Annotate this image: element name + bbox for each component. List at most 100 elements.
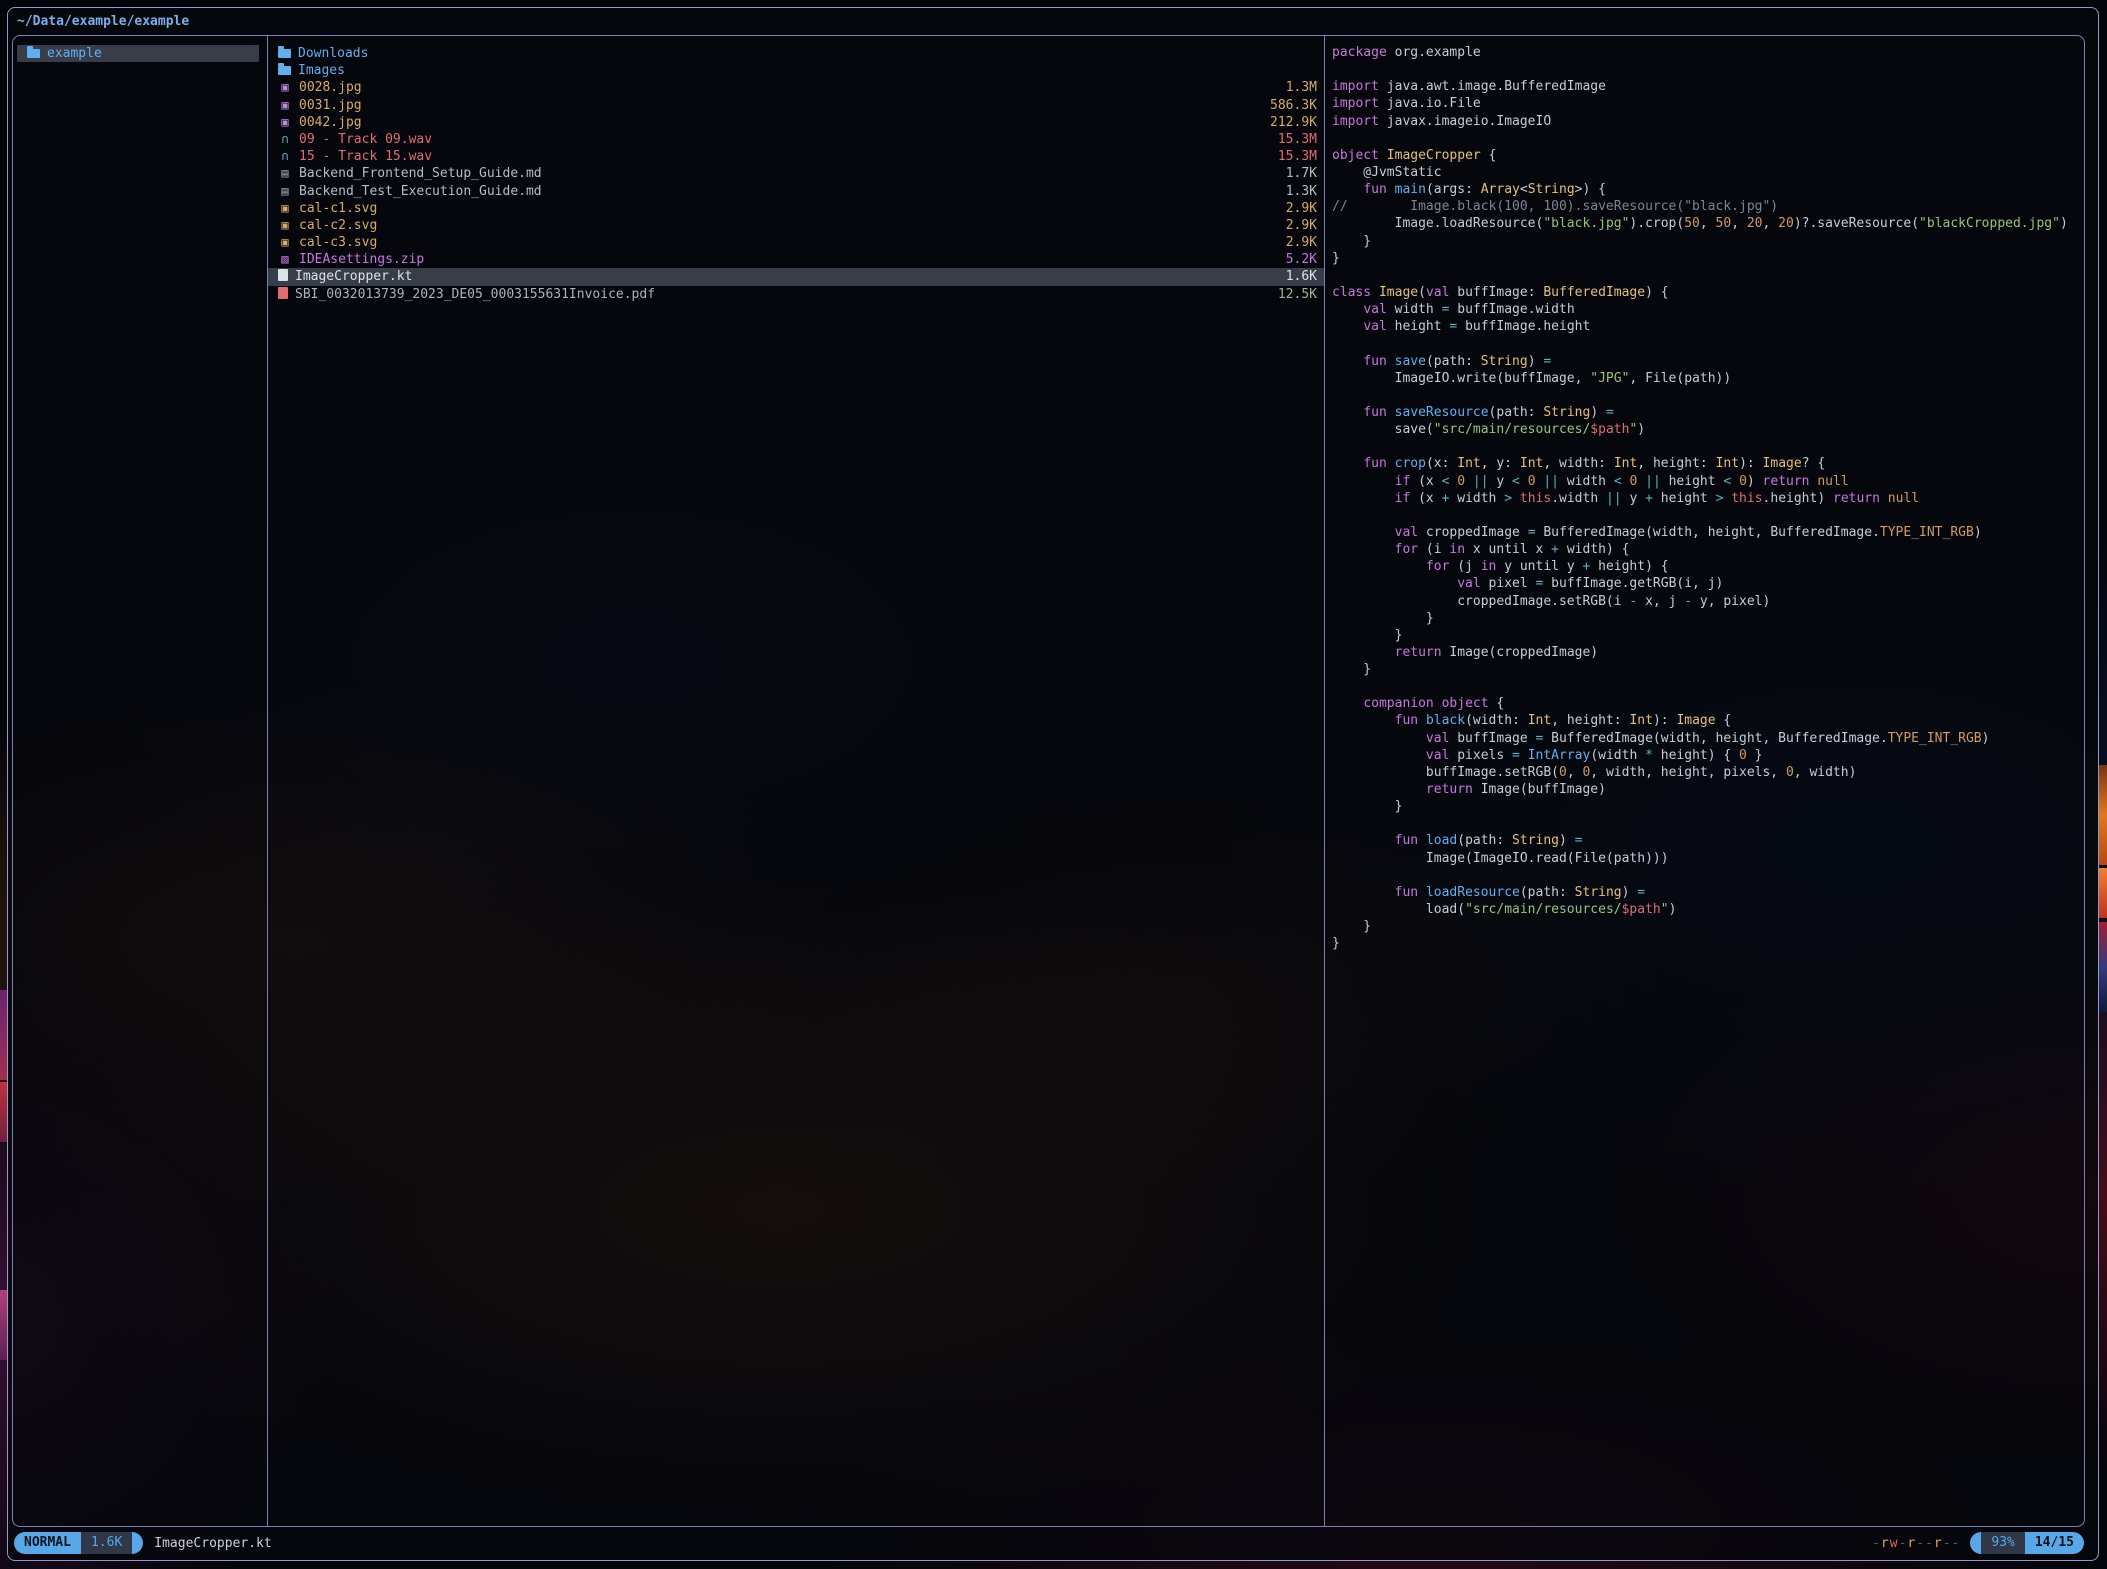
folder-icon [278,66,291,75]
code-line: fun saveResource(path: String) = [1332,404,2084,421]
file-row[interactable]: ▤ Backend_Frontend_Setup_Guide.md 1.7K [268,165,1324,182]
code-line [1332,387,2084,404]
file-size: 5.2K [1286,251,1317,268]
code-line: } [1332,935,2084,952]
file-name: example [47,46,102,61]
code-line [1332,61,2084,78]
code-line: fun save(path: String) = [1332,353,2084,370]
file-row[interactable]: ▣cal-c2.svg2.9K [268,217,1324,234]
code-line [1332,678,2084,695]
mode-badge: NORMAL [14,1532,81,1554]
code-line: ImageIO.write(buffImage, "JPG", File(pat… [1332,370,2084,387]
file-size: 1.6K [1286,268,1317,285]
file-size: 2.9K [1286,234,1317,251]
file-name: cal-c1.svg [299,201,377,216]
markdown-icon: ▤ [278,183,292,200]
image-icon: ▣ [278,79,292,96]
file-row[interactable]: SBI_0032013739_2023_DE05_0003155631Invoi… [268,286,1324,303]
file-name: cal-c3.svg [299,235,377,250]
file-row[interactable]: ImageCropper.kt 1.6K [268,268,1324,285]
audio-icon: ∩ [278,131,292,148]
code-line: package org.example [1332,44,2084,61]
code-line: if (x < 0 || y < 0 || width < 0 || heigh… [1332,473,2084,490]
file-size: 212.9K [1270,114,1317,131]
image-icon: ▣ [278,97,292,114]
scroll-percent-badge: 93% [1981,1532,2024,1554]
file-row[interactable]: ▣ cal-c3.svg 2.9K [268,234,1324,251]
file-size: 15.3M [1278,148,1317,165]
code-line: fun loadResource(path: String) = [1332,884,2084,901]
code-line: val croppedImage = BufferedImage(width, … [1332,524,2084,541]
code-line: return Image(croppedImage) [1332,644,2084,661]
powerline-separator-icon [1970,1532,1981,1554]
file-size: 12.5K [1278,286,1317,303]
file-row[interactable]: ▧ IDEAsettings.zip 5.2K [268,251,1324,268]
pdf-icon [278,287,288,299]
code-line: save("src/main/resources/$path") [1332,421,2084,438]
code-line: object ImageCropper { [1332,147,2084,164]
code-line: import java.awt.image.BufferedImage [1332,78,2084,95]
file-row[interactable]: ▣ cal-c1.svg 2.9K [268,200,1324,217]
code-line: return Image(buffImage) [1332,781,2084,798]
status-filename: ImageCropper.kt [154,1536,271,1551]
parent-directory-pane: example [13,36,267,1526]
file-name: cal-c2.svg [299,218,377,233]
folder-icon [278,49,291,58]
code-line: buffImage.setRGB(0, 0, width, height, pi… [1332,764,2084,781]
cursor-position-badge: 14/15 [2025,1532,2084,1554]
code-line [1332,438,2084,455]
audio-icon: ∩ [278,148,292,165]
permissions-text: -rw-r--r-- [1872,1536,1960,1551]
preview-pane[interactable]: package org.example import java.awt.imag… [1325,36,2084,1526]
status-right: -rw-r--r-- 93% 14/15 [1872,1532,2084,1554]
file-name: 0042.jpg [299,115,362,130]
image-icon: ▣ [278,114,292,131]
file-row[interactable]: Images [268,62,1324,79]
code-line: fun load(path: String) = [1332,832,2084,849]
code-line: } [1332,233,2084,250]
file-row[interactable]: ▣ 0028.jpg 1.3M [268,79,1324,96]
file-row[interactable]: ∩09 - Track 09.wav15.3M [268,131,1324,148]
code-line [1332,507,2084,524]
code-line: for (i in x until x + width) { [1332,541,2084,558]
terminal-window: ~/Data/example/example example Downloads… [7,7,2099,1561]
powerline-separator-icon [132,1532,143,1554]
code-preview: package org.example import java.awt.imag… [1325,36,2084,952]
code-line [1332,815,2084,832]
file-list-pane: DownloadsImages▣0028.jpg1.3M▣0031.jpg586… [268,36,1324,1526]
code-line [1332,130,2084,147]
code-line [1332,267,2084,284]
code-line: fun black(width: Int, height: Int): Imag… [1332,712,2084,729]
wallpaper-accent [2099,922,2107,1012]
archive-icon: ▧ [278,251,292,268]
vector-icon: ▣ [278,200,292,217]
code-line [1332,867,2084,884]
file-size: 1.7K [1286,165,1317,182]
file-size: 1.3M [1286,79,1317,96]
file-row[interactable]: ▤Backend_Test_Execution_Guide.md1.3K [268,183,1324,200]
file-row[interactable]: ∩15 - Track 15.wav15.3M [268,148,1324,165]
code-line: companion object { [1332,695,2084,712]
file-name: 09 - Track 09.wav [299,132,432,147]
file-name: Downloads [298,46,368,61]
code-line: } [1332,627,2084,644]
code-line: Image.loadResource("black.jpg").crop(50,… [1332,215,2084,232]
file-name: Backend_Frontend_Setup_Guide.md [299,166,542,181]
file-size: 586.3K [1270,97,1317,114]
file-name: ImageCropper.kt [295,269,412,284]
code-line: if (x + width > this.width || y + height… [1332,490,2084,507]
file-row[interactable]: ▣ 0031.jpg 586.3K [268,97,1324,114]
file-name: SBI_0032013739_2023_DE05_0003155631Invoi… [295,287,655,302]
file-row[interactable]: Downloads [268,45,1324,62]
file-row[interactable]: ▣ 0042.jpg 212.9K [268,114,1324,131]
file-size: 2.9K [1286,200,1317,217]
status-left: NORMAL 1.6K ImageCropper.kt [14,1532,272,1554]
file-row[interactable]: example [17,45,259,62]
file-name: 0028.jpg [299,80,362,95]
markdown-icon: ▤ [278,165,292,182]
file-name: IDEAsettings.zip [299,252,424,267]
code-line: val width = buffImage.width [1332,301,2084,318]
vector-icon: ▣ [278,234,292,251]
file-size: 1.3K [1286,183,1317,200]
file-name: 0031.jpg [299,98,362,113]
